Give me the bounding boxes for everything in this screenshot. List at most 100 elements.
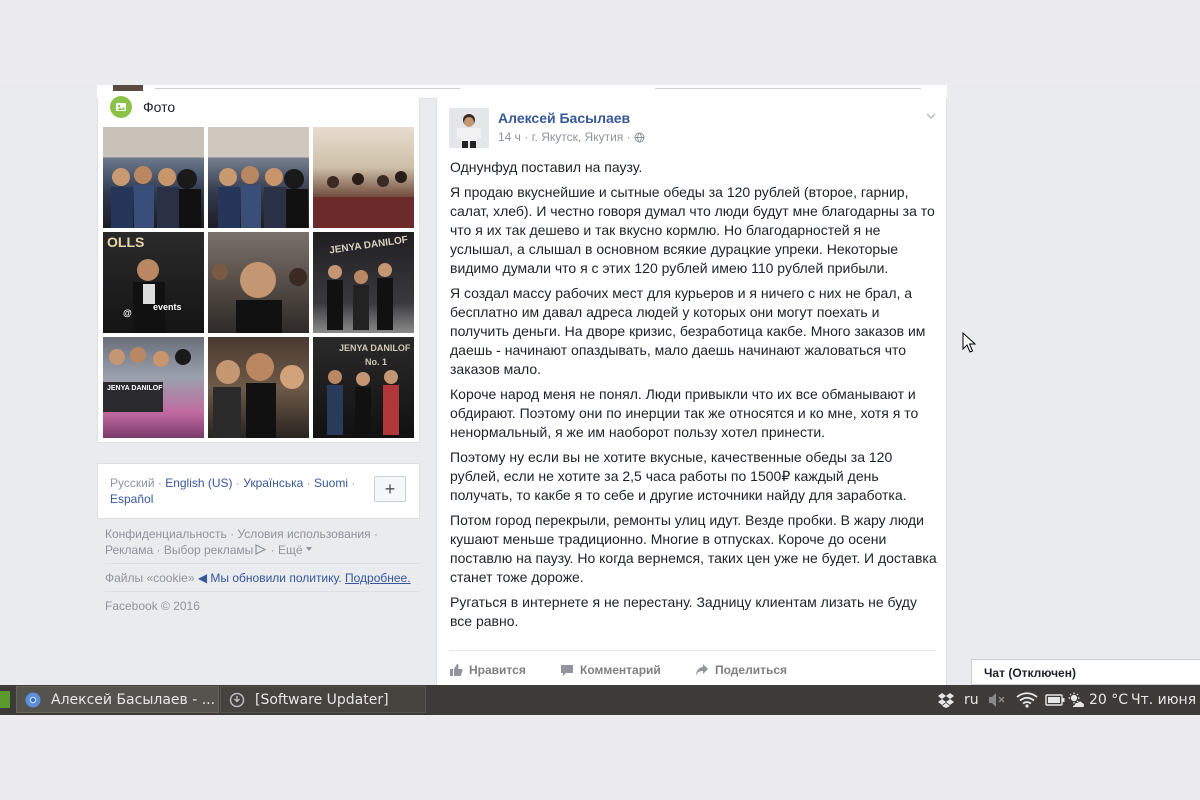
language-link-english[interactable]: English (US) (165, 476, 232, 490)
post-paragraph: Ругаться в интернете я не перестану. Зад… (450, 594, 917, 629)
temperature-label: 20 °C (1089, 692, 1129, 708)
photo-thumbnail[interactable]: OLLS @ events (103, 232, 204, 333)
clock-indicator[interactable]: Чт. июня 1 (1131, 685, 1200, 715)
photo-overlay-text: events (153, 302, 182, 312)
photo-overlay-text: @ (123, 308, 132, 318)
thumbs-up-icon (450, 664, 463, 676)
post-body: Однунфуд поставил на паузу. Я продаю вку… (450, 158, 937, 637)
software-updater-icon (229, 692, 245, 707)
footer-link-terms[interactable]: Условия использования (237, 527, 370, 541)
post-paragraph: Поэтому ну если вы не хотите вкусные, ка… (450, 449, 907, 503)
cookie-notice: Файлы «cookie» ◀ Мы обновили политику. П… (105, 570, 420, 586)
photos-card: Фото OLLS @ events JENYA DANILOF JENYA D… (97, 96, 420, 443)
separator: · (226, 527, 238, 541)
more-languages-button[interactable]: + (374, 476, 406, 502)
taskbar-item-browser[interactable]: Алексей Басылаев - ... (16, 686, 219, 713)
post-actions: Нравится Комментарий Поделиться (449, 650, 936, 685)
screen-margin-bottom (0, 715, 1200, 800)
footer-link-privacy[interactable]: Конфиденциальность (105, 527, 227, 541)
footer-links: Конфиденциальность · Условия использован… (105, 526, 420, 558)
header-divider-left (155, 85, 460, 89)
comment-button[interactable]: Комментарий (560, 663, 661, 677)
globe-icon (634, 132, 645, 142)
footer-link-more[interactable]: Ещё (278, 543, 303, 557)
like-button[interactable]: Нравится (449, 663, 526, 677)
policy-update-link[interactable]: ◀ Мы обновили политику. (198, 571, 342, 585)
post-author[interactable]: Алексей Басылаев (498, 110, 630, 126)
photo-thumbnail[interactable] (208, 337, 309, 438)
photo-thumbnail[interactable]: JENYA DANILOF No. 1 (313, 337, 414, 438)
taskbar-item-label: Алексей Басылаев - ... (51, 691, 216, 708)
footer-link-ads[interactable]: Реклама (105, 543, 153, 557)
chat-sidebar-tab[interactable]: Чат (Отключен) (971, 659, 1200, 685)
share-icon (696, 664, 708, 676)
photo-thumbnail[interactable] (208, 127, 309, 228)
separator: · (154, 476, 166, 490)
dropbox-icon[interactable] (937, 685, 955, 715)
photo-overlay-text: JENYA DANILOF (107, 385, 163, 392)
language-link-finnish[interactable]: Suomi (314, 476, 348, 490)
like-label: Нравится (469, 663, 526, 677)
photos-title: Фото (143, 99, 176, 115)
language-link-ukrainian[interactable]: Українська (243, 476, 303, 490)
language-current: Русский (110, 476, 155, 490)
photos-grid: OLLS @ events JENYA DANILOF JENYA DANILO… (103, 127, 415, 439)
avatar[interactable] (449, 108, 489, 148)
battery-icon[interactable] (1045, 685, 1065, 715)
photos-header[interactable]: Фото (110, 96, 175, 118)
adchoices-icon (255, 544, 267, 555)
post-paragraph: Короче народ меня не понял. Люди привыкл… (450, 386, 919, 440)
post-paragraph: Потом город перекрыли, ремонты улиц идут… (450, 512, 937, 585)
separator: · (303, 476, 314, 490)
photo-thumbnail[interactable] (313, 127, 414, 228)
clock-label: Чт. июня 1 (1131, 692, 1200, 708)
chat-label: Чат (Отключен) (984, 666, 1076, 680)
chevron-down-icon[interactable] (925, 110, 937, 122)
plus-icon: + (384, 478, 396, 499)
screen-margin-top (0, 0, 1200, 85)
language-list: Русский · English (US) · Українська · Su… (110, 475, 360, 507)
post-time[interactable]: 14 ч (498, 130, 521, 144)
system-taskbar: Алексей Басылаев - ... [Software Updater… (0, 685, 1200, 715)
cookie-label: Файлы «cookie» (105, 571, 198, 585)
share-label: Поделиться (715, 663, 788, 677)
share-button[interactable]: Поделиться (695, 663, 787, 677)
separator: · (348, 476, 356, 490)
post-location[interactable]: г. Якутск, Якутия (532, 130, 624, 144)
photo-thumbnail[interactable] (103, 127, 204, 228)
keyboard-layout-indicator[interactable]: ru (964, 685, 979, 715)
copyright: Facebook © 2016 (105, 599, 200, 613)
comment-icon (561, 665, 573, 676)
facebook-page: Фото OLLS @ events JENYA DANILOF JENYA D… (0, 85, 1200, 685)
taskbar-item-software-updater[interactable]: [Software Updater] (220, 686, 426, 713)
taskbar-item-label: [Software Updater] (255, 691, 389, 708)
volume-muted-icon[interactable] (988, 685, 1008, 715)
separator: · (626, 130, 631, 144)
separator: · (267, 543, 278, 557)
photo-thumbnail[interactable]: JENYA DANILOF (103, 337, 204, 438)
post-paragraph: Однунфуд поставил на паузу. (450, 159, 643, 175)
profile-thumbnail[interactable] (113, 85, 143, 91)
weather-indicator[interactable]: 20 °C (1067, 685, 1128, 715)
post-paragraph: Я создал массу рабочих мест для курьеров… (450, 285, 926, 377)
menu-launcher-icon[interactable] (0, 691, 10, 708)
comment-label: Комментарий (580, 663, 661, 677)
footer-divider (105, 563, 420, 564)
photo-thumbnail[interactable]: JENYA DANILOF (313, 232, 414, 333)
keyboard-layout-label: ru (964, 692, 979, 708)
header-divider-right (655, 85, 921, 89)
language-link-spanish[interactable]: Español (110, 492, 153, 506)
footer-link-adchoices[interactable]: Выбор рекламы (164, 543, 253, 557)
separator: · (153, 543, 164, 557)
photo-thumbnail[interactable] (208, 232, 309, 333)
wifi-icon[interactable] (1016, 685, 1038, 715)
weather-sun-cloud-icon (1068, 692, 1085, 707)
profile-header-strip (97, 85, 947, 99)
photo-icon (110, 96, 132, 118)
learn-more-link[interactable]: Подробнее. (345, 571, 411, 585)
feed-post: Алексей Басылаев 14 ч · г. Якутск, Якути… (436, 98, 947, 685)
post-meta: 14 ч · г. Якутск, Якутия · (498, 130, 645, 144)
separator: · (232, 476, 244, 490)
post-paragraph: Я продаю вкуснейшие и сытные обеды за 12… (450, 184, 935, 276)
separator: · (524, 130, 529, 144)
